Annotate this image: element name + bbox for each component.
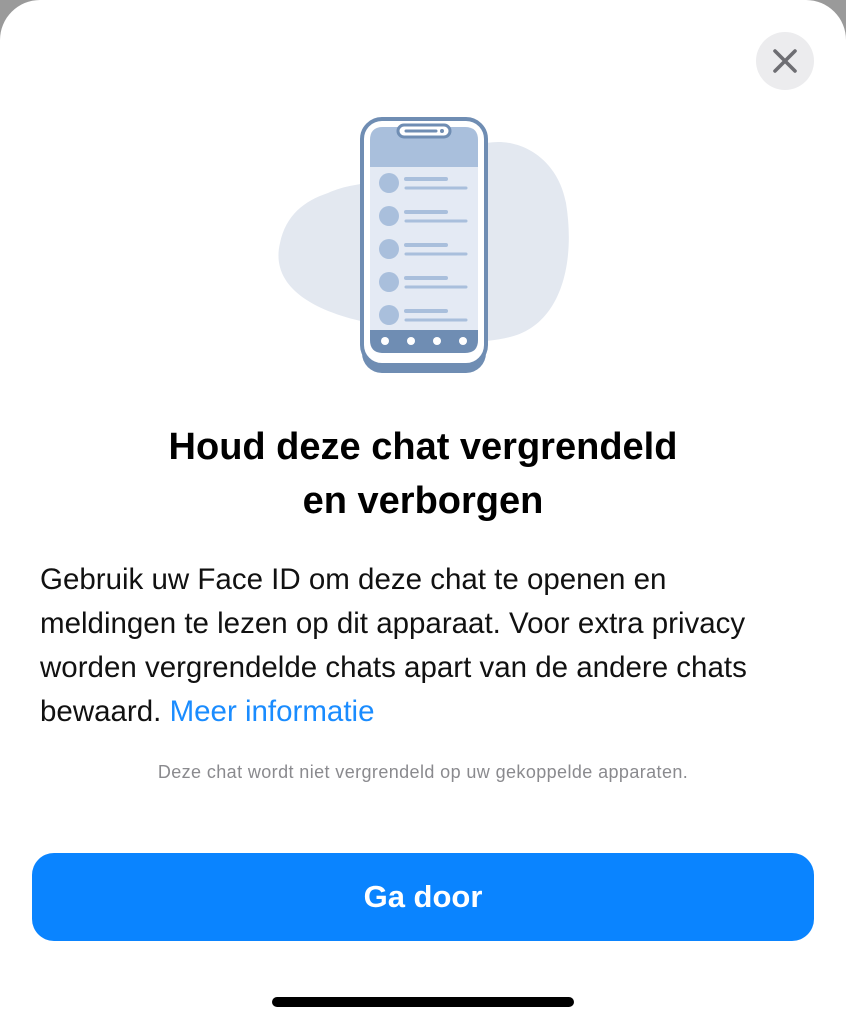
more-info-link[interactable]: Meer informatie [170,695,375,728]
continue-button[interactable]: Ga door [32,853,814,941]
sheet-title: Houd deze chat vergrendeld en verborgen [60,420,786,528]
close-icon [773,49,797,73]
title-line-2: en verborgen [302,480,544,522]
phone-illustration [278,117,569,373]
home-indicator [272,997,574,1007]
description-text: Gebruik uw Face ID om deze chat te opene… [40,558,810,734]
description-body: Gebruik uw Face ID om deze chat te opene… [40,563,747,728]
locked-chat-sheet: Houd deze chat vergrendeld en verborgen … [0,0,846,1024]
close-button[interactable] [756,32,814,90]
linked-devices-note: Deze chat wordt niet vergrendeld op uw g… [157,762,689,782]
title-line-1: Houd deze chat vergrendeld [168,426,678,468]
